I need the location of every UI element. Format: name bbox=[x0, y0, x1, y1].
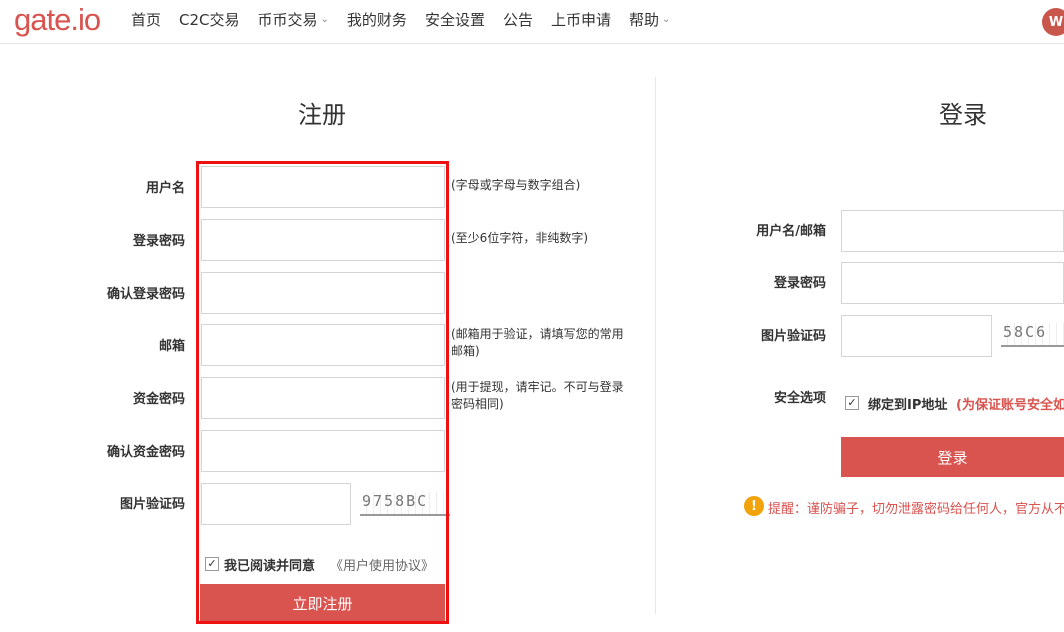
login-captcha-image[interactable]: 58C6 bbox=[1001, 323, 1064, 347]
nav-security[interactable]: 安全设置 bbox=[425, 9, 485, 30]
login-password-label: 登录密码 bbox=[773, 276, 826, 291]
nav-finance[interactable]: 我的财务 bbox=[347, 9, 407, 30]
highlight-frame bbox=[196, 161, 449, 624]
login-account-label: 用户名/邮箱 bbox=[756, 224, 826, 239]
nav-c2c[interactable]: C2C交易 bbox=[179, 9, 240, 30]
nav-announcement[interactable]: 公告 bbox=[503, 9, 533, 30]
login-password-input[interactable] bbox=[841, 262, 1064, 304]
bind-ip-checkbox[interactable]: ✓ bbox=[845, 396, 859, 410]
confirm-fund-password-label: 确认资金密码 bbox=[106, 445, 185, 460]
fund-password-label: 资金密码 bbox=[132, 392, 185, 407]
login-captcha-label: 图片验证码 bbox=[760, 329, 826, 344]
nav-listing-apply[interactable]: 上币申请 bbox=[551, 9, 611, 30]
nav-help[interactable]: 帮助 ⌄ bbox=[629, 9, 670, 30]
login-captcha-input[interactable] bbox=[841, 315, 992, 357]
confirm-password-label: 确认登录密码 bbox=[106, 287, 185, 302]
weibo-icon[interactable]: W bbox=[1042, 8, 1064, 36]
password-hint: (至少6位字符，非纯数字) bbox=[451, 231, 588, 245]
bind-ip-label: 绑定到IP地址 bbox=[868, 398, 948, 413]
fund-password-hint: (用于提现，请牢记。不可与登录密码相同) bbox=[451, 380, 624, 411]
register-captcha-label: 图片验证码 bbox=[119, 497, 185, 512]
nav-spot-trade[interactable]: 币币交易 ⌄ bbox=[258, 9, 329, 30]
email-hint: (邮箱用于验证，请填写您的常用邮箱) bbox=[451, 327, 624, 358]
chevron-down-icon: ⌄ bbox=[662, 13, 671, 25]
login-title: 登录 bbox=[939, 101, 987, 129]
chevron-down-icon: ⌄ bbox=[320, 13, 329, 25]
main-nav: 首页 C2C交易 币币交易 ⌄ 我的财务 安全设置 公告 上币申请 帮助 ⌄ bbox=[131, 0, 688, 38]
security-options-label: 安全选项 bbox=[773, 391, 826, 406]
warning-text: 提醒：谨防骗子，切勿泄露密码给任何人，官方从不 bbox=[768, 502, 1064, 517]
column-divider bbox=[655, 77, 656, 614]
username-label: 用户名 bbox=[145, 181, 185, 196]
register-title: 注册 bbox=[298, 101, 346, 129]
email-label: 邮箱 bbox=[158, 339, 185, 354]
top-header: gate.io 首页 C2C交易 币币交易 ⌄ 我的财务 安全设置 公告 上币申请… bbox=[0, 0, 1064, 44]
warning-icon: ! bbox=[744, 496, 764, 516]
username-hint: (字母或字母与数字组合) bbox=[451, 178, 581, 192]
security-note: (为保证账号安全如 bbox=[956, 398, 1064, 413]
login-submit-button[interactable]: 登录 bbox=[841, 437, 1064, 477]
gate-io-logo[interactable]: gate.io bbox=[14, 2, 101, 38]
password-label: 登录密码 bbox=[132, 234, 185, 249]
nav-home[interactable]: 首页 bbox=[131, 9, 161, 30]
login-account-input[interactable] bbox=[841, 210, 1064, 252]
